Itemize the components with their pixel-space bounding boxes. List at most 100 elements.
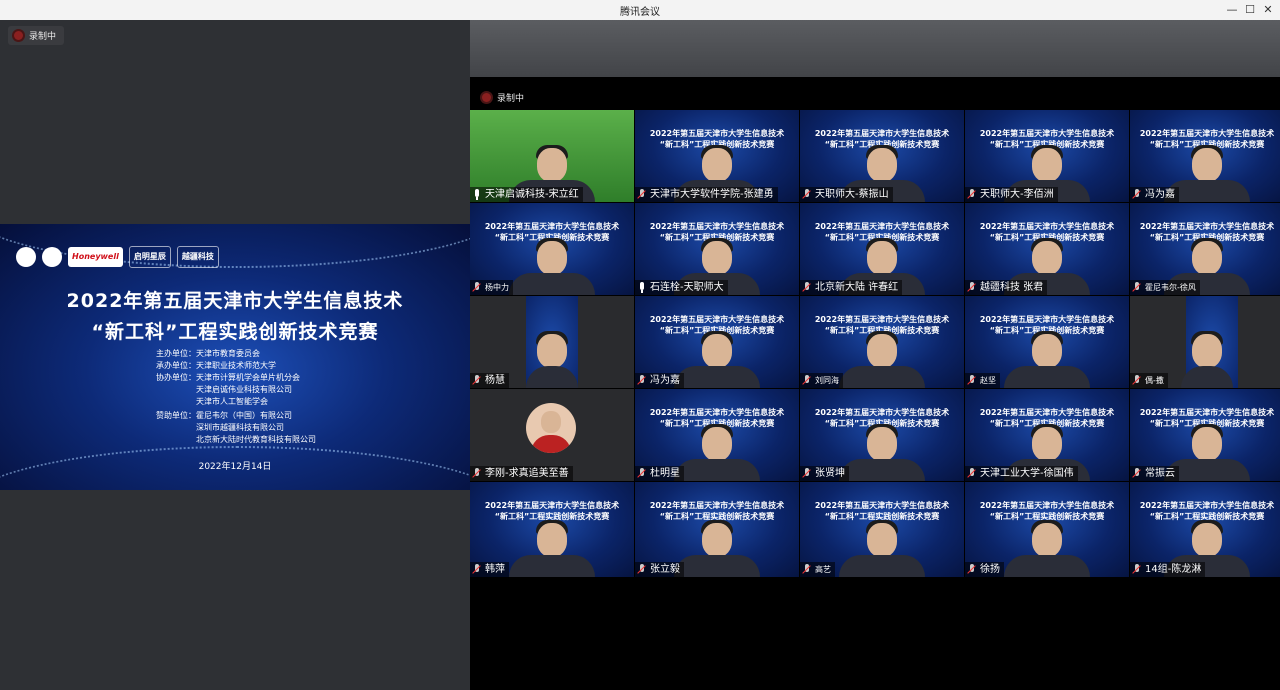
participant-name-label: 北京新大陆 许春红 — [800, 280, 903, 295]
tile-banner-line1: 2022年第五届天津市大学生信息技术 — [979, 315, 1115, 324]
organizer-line: 天津市人工智能学会 — [156, 397, 268, 406]
participant-video — [674, 520, 760, 577]
close-button[interactable]: ✕ — [1260, 2, 1276, 18]
participant-tile[interactable]: 2022年第五届天津市大学生信息技术 “新工科”工程实践创新技术竞赛 徐扬 — [965, 482, 1129, 577]
participant-name: 刘同海 — [815, 376, 839, 385]
participant-name-label: 张立毅 — [635, 562, 684, 577]
mic-muted-icon — [967, 281, 977, 294]
participant-tile[interactable]: 2022年第五届天津市大学生信息技术“新工科”工程实践创新技术竞赛天津市大学软件… — [635, 110, 799, 202]
participant-tile[interactable]: 2022年第五届天津市大学生信息技术“新工科”工程实践创新技术竞赛天职师大-蔡振… — [800, 110, 964, 202]
society-logo-icon — [42, 247, 62, 267]
participant-name-label: 徐扬 — [965, 562, 1004, 577]
slide-title-line1: 2022年第五届天津市大学生信息技术 — [66, 290, 404, 312]
participant-name: 徐扬 — [980, 564, 1000, 575]
tile-banner-line1: 2022年第五届天津市大学生信息技术 — [814, 501, 950, 510]
record-icon — [482, 93, 491, 102]
organizer-line: 主办单位：天津市教育委员会 — [156, 349, 260, 358]
slide-title-line2: “新工科”工程实践创新技术竞赛 — [91, 321, 379, 343]
participant-name-label: 天津启诚科技-宋立红 — [470, 187, 583, 202]
participant-video — [839, 424, 925, 481]
tile-banner-line1: 2022年第五届天津市大学生信息技术 — [1139, 408, 1275, 417]
participant-tile[interactable]: 2022年第五届天津市大学生信息技术“新工科”工程实践创新技术竞赛霍尼韦尔-徐风 — [1130, 203, 1280, 295]
participant-tile[interactable]: 2022年第五届天津市大学生信息技术“新工科”工程实践创新技术竞赛张贤坤 — [800, 389, 964, 481]
participant-tile[interactable]: 李刚-求真追美至善 — [470, 389, 634, 481]
minimize-button[interactable]: — — [1224, 2, 1240, 18]
participant-tile[interactable]: 2022年第五届天津市大学生信息技术“新工科”工程实践创新技术竞赛杨中力 — [470, 203, 634, 295]
participant-tile[interactable]: 2022年第五届天津市大学生信息技术“新工科”工程实践创新技术竞赛越疆科技 张君 — [965, 203, 1129, 295]
participant-name: 偶-撒 — [1145, 376, 1164, 385]
participant-tile[interactable]: 2022年第五届天津市大学生信息技术 “新工科”工程实践创新技术竞赛 高艺 — [800, 482, 964, 577]
mic-muted-icon — [802, 188, 812, 201]
participant-name: 天职师大-李佰洲 — [980, 189, 1054, 200]
organizer-line: 赞助单位：霍尼韦尔（中国）有限公司 — [156, 411, 292, 420]
tile-banner-line1: 2022年第五届天津市大学生信息技术 — [814, 408, 950, 417]
participant-video — [509, 238, 595, 295]
participant-tile[interactable]: 偶-撒 — [1130, 296, 1280, 388]
participant-name: 霍尼韦尔-徐风 — [1145, 283, 1196, 292]
mic-muted-icon — [967, 188, 977, 201]
tile-banner-line1: 2022年第五届天津市大学生信息技术 — [484, 222, 620, 231]
mic-muted-icon — [1132, 563, 1142, 576]
participant-tile[interactable]: 2022年第五届天津市大学生信息技术“新工科”工程实践创新技术竞赛赵坚 — [965, 296, 1129, 388]
tile-banner-line1: 2022年第五届天津市大学生信息技术 — [814, 129, 950, 138]
recording-indicator-right[interactable]: 录制中 — [482, 91, 524, 104]
participant-avatar — [526, 403, 576, 453]
tile-banner-line1: 2022年第五届天津市大学生信息技术 — [1139, 129, 1275, 138]
participant-tile[interactable]: 杨慧 — [470, 296, 634, 388]
mic-muted-icon — [967, 374, 977, 387]
recording-label: 录制中 — [29, 32, 57, 42]
participant-tile[interactable]: 2022年第五届天津市大学生信息技术“新工科”工程实践创新技术竞赛北京新大陆 许… — [800, 203, 964, 295]
window-titlebar: 腾讯会议 — ☐ ✕ — [0, 0, 1280, 21]
participant-tile[interactable]: 天津启诚科技-宋立红 — [470, 110, 634, 202]
participant-tile[interactable]: 2022年第五届天津市大学生信息技术“新工科”工程实践创新技术竞赛天职师大-李佰… — [965, 110, 1129, 202]
participant-name: 天津市大学软件学院-张建勇 — [650, 189, 774, 200]
mic-muted-icon — [1132, 188, 1142, 201]
participant-name: 14组-陈龙淋 — [1145, 564, 1202, 575]
participant-name-label: 偶-撒 — [1130, 373, 1168, 388]
participant-tile[interactable]: 2022年第五届天津市大学生信息技术 “新工科”工程实践创新技术竞赛 张立毅 — [635, 482, 799, 577]
organizer-line: 协办单位：天津市计算机学会单片机分会 — [156, 373, 300, 382]
participant-name: 常振云 — [1145, 468, 1175, 479]
mic-muted-icon — [802, 563, 812, 576]
participant-tile[interactable]: 2022年第五届天津市大学生信息技术“新工科”工程实践创新技术竞赛常振云 — [1130, 389, 1280, 481]
participant-name-label: 冯为嘉 — [635, 373, 684, 388]
recording-indicator-left[interactable]: 录制中 — [8, 26, 65, 45]
participant-figure — [526, 331, 578, 388]
participant-tile[interactable]: 2022年第五届天津市大学生信息技术 “新工科”工程实践创新技术竞赛 韩萍 — [470, 482, 634, 577]
participant-name-label: 杜明星 — [635, 466, 684, 481]
tile-banner-line1: 2022年第五届天津市大学生信息技术 — [649, 501, 785, 510]
participant-name-label: 冯为嘉 — [1130, 187, 1179, 202]
mic-icon — [637, 281, 647, 294]
mic-muted-icon — [802, 467, 812, 480]
participant-name: 李刚-求真追美至善 — [485, 468, 569, 479]
mic-muted-icon — [637, 188, 647, 201]
participant-tile[interactable]: 2022年第五届天津市大学生信息技术“新工科”工程实践创新技术竞赛杜明星 — [635, 389, 799, 481]
participant-tile[interactable]: 2022年第五届天津市大学生信息技术“新工科”工程实践创新技术竞赛天津工业大学-… — [965, 389, 1129, 481]
participant-name: 高艺 — [815, 565, 831, 574]
participant-video — [1004, 331, 1090, 388]
participant-tile[interactable]: 2022年第五届天津市大学生信息技术“新工科”工程实践创新技术竞赛冯为嘉 — [1130, 110, 1280, 202]
participant-tile[interactable]: 2022年第五届天津市大学生信息技术 “新工科”工程实践创新技术竞赛 14组-陈龙淋 — [1130, 482, 1280, 577]
tile-banner-line1: 2022年第五届天津市大学生信息技术 — [814, 315, 950, 324]
organizer-line: 承办单位：天津职业技术师范大学 — [156, 361, 276, 370]
mic-muted-icon — [472, 563, 482, 576]
participant-tile[interactable]: 2022年第五届天津市大学生信息技术“新工科”工程实践创新技术竞赛刘同海 — [800, 296, 964, 388]
sponsor-logo: 越疆科技 — [176, 246, 219, 268]
participant-name: 冯为嘉 — [1145, 189, 1175, 200]
participant-name: 张立毅 — [650, 564, 680, 575]
participant-video — [1004, 520, 1090, 577]
tile-banner-line1: 2022年第五届天津市大学生信息技术 — [1139, 222, 1275, 231]
mic-muted-icon — [802, 374, 812, 387]
mic-muted-icon — [802, 281, 812, 294]
participant-name-label: 常振云 — [1130, 466, 1179, 481]
mic-muted-icon — [637, 374, 647, 387]
participant-figure — [1181, 331, 1233, 388]
participant-video — [674, 331, 760, 388]
participant-name-label: 李刚-求真追美至善 — [470, 466, 573, 481]
participant-tile[interactable]: 2022年第五届天津市大学生信息技术“新工科”工程实践创新技术竞赛石连栓-天职师… — [635, 203, 799, 295]
participant-name-label: 赵坚 — [965, 373, 1000, 388]
maximize-button[interactable]: ☐ — [1242, 2, 1258, 18]
mic-muted-icon — [967, 563, 977, 576]
tile-banner-line1: 2022年第五届天津市大学生信息技术 — [649, 315, 785, 324]
participant-tile[interactable]: 2022年第五届天津市大学生信息技术“新工科”工程实践创新技术竞赛冯为嘉 — [635, 296, 799, 388]
